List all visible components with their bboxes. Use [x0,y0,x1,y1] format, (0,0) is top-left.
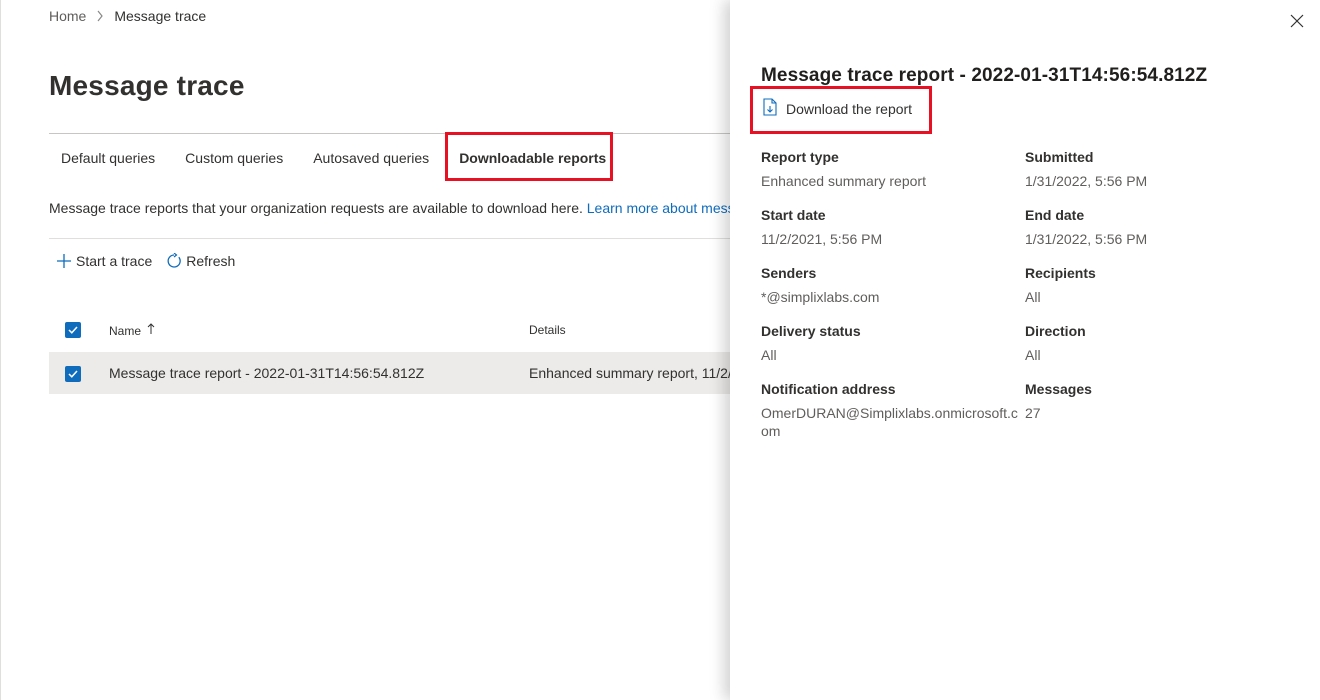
field-report-type: Report type Enhanced summary report [761,148,1025,190]
checkmark-icon [68,370,78,378]
field-label: Start date [761,207,826,223]
info-description: Message trace reports that your organiza… [49,200,587,216]
page-title: Message trace [49,70,245,101]
select-all-checkbox[interactable] [65,322,81,338]
left-border [0,0,1,700]
field-value: OmerDURAN@Simplixlabs.onmicrosoft.com [761,405,1018,439]
main-content: Home Message trace Message trace Default… [0,0,730,700]
table-row[interactable]: Message trace report - 2022-01-31T14:56:… [49,352,730,394]
checkmark-icon [68,326,78,334]
column-header-name[interactable]: Name [109,323,155,338]
chevron-right-icon [96,10,104,22]
column-name-label: Name [109,323,142,338]
field-value: *@simplixlabs.com [761,289,880,305]
panel-title: Message trace report - 2022-01-31T14:56:… [761,65,1208,86]
info-text: Message trace reports that your organiza… [49,200,730,216]
breadcrumb: Home Message trace [49,8,206,24]
plus-icon [56,253,72,269]
field-direction: Direction All [1025,322,1289,364]
close-button[interactable] [1290,14,1304,28]
field-recipients: Recipients All [1025,264,1289,306]
field-messages: Messages 27 [1025,380,1289,422]
learn-more-link[interactable]: Learn more about message trace [587,200,730,216]
download-highlight-box [750,86,932,134]
tab-autosaved-queries[interactable]: Autosaved queries [301,140,441,176]
start-trace-label: Start a trace [76,253,153,269]
field-value: All [761,347,777,363]
refresh-icon [166,253,182,269]
field-label: Recipients [1025,265,1096,281]
field-end-date: End date 1/31/2022, 5:56 PM [1025,206,1289,248]
column-header-details[interactable]: Details [529,323,566,337]
table-header: Name Details [49,316,730,344]
field-label: Report type [761,149,839,165]
field-label: Senders [761,265,817,281]
field-label: Delivery status [761,323,861,339]
page: Home Message trace Message trace Default… [0,0,1320,700]
refresh-button[interactable]: Refresh [166,250,235,272]
row-checkbox[interactable] [65,366,81,382]
field-notification-address: Notification address OmerDURAN@Simplixla… [761,380,1023,440]
tab-default-queries[interactable]: Default queries [49,140,167,176]
arrow-up-icon [147,323,155,338]
field-value: 1/31/2022, 5:56 PM [1025,231,1148,247]
section-divider [49,238,730,239]
field-value: 1/31/2022, 5:56 PM [1025,173,1148,189]
toolbar: Start a trace Refresh [56,250,235,272]
field-label: Notification address [761,381,896,397]
field-value: 11/2/2021, 5:56 PM [761,231,883,247]
row-name[interactable]: Message trace report - 2022-01-31T14:56:… [109,365,424,381]
field-value: Enhanced summary report [761,173,926,189]
breadcrumb-current: Message trace [114,8,207,24]
field-delivery-status: Delivery status All [761,322,1025,364]
field-submitted: Submitted 1/31/2022, 5:56 PM [1025,148,1289,190]
close-icon [1290,14,1304,28]
field-label: End date [1025,207,1085,223]
row-details: Enhanced summary report, 11/2/2021 - 1/3… [529,365,730,381]
field-label: Submitted [1025,149,1094,165]
field-value: All [1025,347,1041,363]
field-value: All [1025,289,1041,305]
field-label: Messages [1025,381,1092,397]
start-trace-button[interactable]: Start a trace [56,250,152,272]
tab-highlight-box [445,132,613,181]
refresh-label: Refresh [186,253,236,269]
tabs-divider [49,133,730,134]
breadcrumb-home[interactable]: Home [49,8,86,24]
field-start-date: Start date 11/2/2021, 5:56 PM [761,206,1025,248]
tab-custom-queries[interactable]: Custom queries [173,140,295,176]
field-value: 27 [1025,405,1041,421]
field-senders: Senders *@simplixlabs.com [761,264,1025,306]
field-label: Direction [1025,323,1086,339]
report-details-panel: Message trace report - 2022-01-31T14:56:… [730,0,1320,700]
